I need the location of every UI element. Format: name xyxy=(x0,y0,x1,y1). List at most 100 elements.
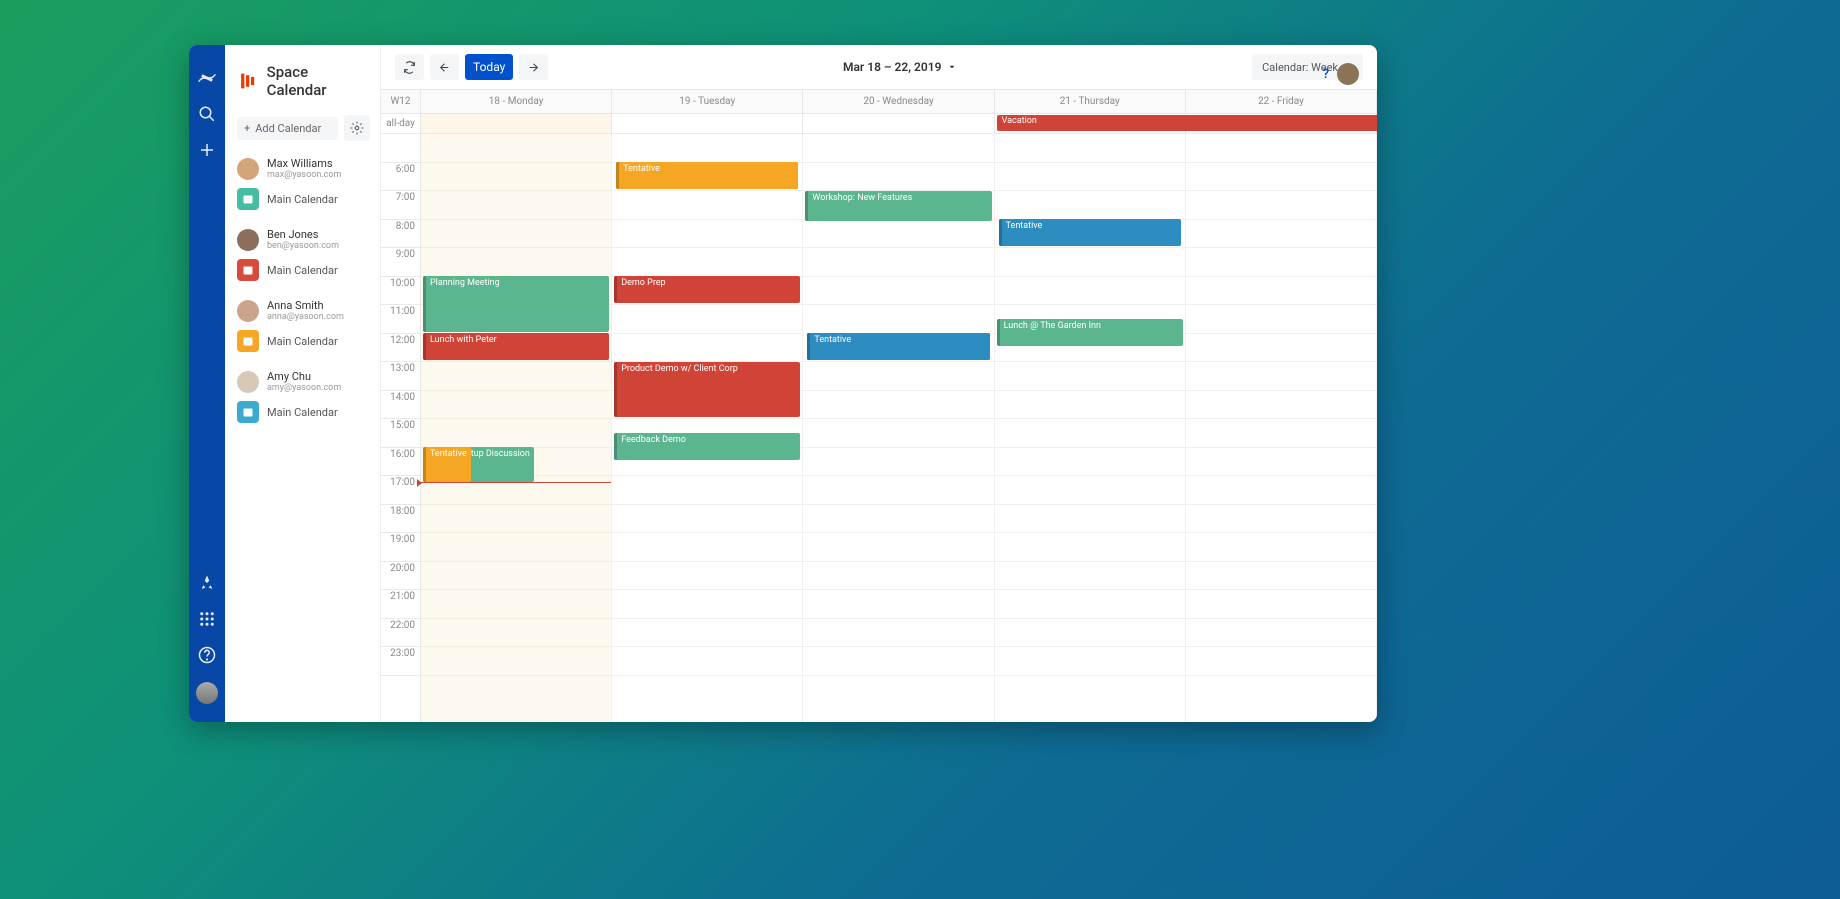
allday-cell[interactable] xyxy=(803,114,994,133)
avatar xyxy=(237,158,259,180)
day-column-friday[interactable] xyxy=(1186,134,1377,722)
event-tentative[interactable]: Tentative xyxy=(616,162,798,189)
sidebar: Space Calendar + Add Calendar Max Willia… xyxy=(225,45,381,722)
calendar-row[interactable]: Main Calendar xyxy=(237,326,370,356)
refresh-button[interactable] xyxy=(395,54,424,80)
confluence-icon[interactable] xyxy=(198,69,216,87)
grid-icon[interactable] xyxy=(198,610,216,628)
event-tentative[interactable]: Tentative xyxy=(807,333,989,360)
time-label: 10:00 xyxy=(381,277,420,306)
user-avatar[interactable] xyxy=(1337,63,1359,85)
user-block-3: Amy Chu amy@yasoon.com Main Calendar xyxy=(237,366,370,427)
avatar xyxy=(237,229,259,251)
settings-button[interactable] xyxy=(344,115,370,141)
allday-row: all-day Vacation xyxy=(381,114,1377,134)
rocket-icon[interactable] xyxy=(198,574,216,592)
user-block-2: Anna Smith anna@yasoon.com Main Calendar xyxy=(237,295,370,356)
day-column-monday[interactable]: Planning Meeting Lunch with Peter Projec… xyxy=(421,134,612,722)
event-lunch-garden[interactable]: Lunch @ The Garden Inn xyxy=(997,319,1183,346)
user-row[interactable]: Ben Jones ben@yasoon.com xyxy=(237,224,370,255)
day-header[interactable]: 20 - Wednesday xyxy=(803,90,994,113)
event-tentative[interactable]: Tentative xyxy=(999,219,1181,246)
allday-label: all-day xyxy=(381,114,421,133)
user-name: Max Williams xyxy=(267,157,341,170)
calendar-icon xyxy=(237,401,259,423)
app-title: Space Calendar xyxy=(237,63,370,99)
next-button[interactable] xyxy=(519,54,548,80)
nav-avatar[interactable] xyxy=(196,682,218,704)
time-label: 23:00 xyxy=(381,647,420,676)
user-email: ben@yasoon.com xyxy=(267,241,339,251)
help-link[interactable]: ? xyxy=(1323,67,1329,82)
calendar-icon xyxy=(237,330,259,352)
nav-rail xyxy=(189,45,225,722)
arrow-right-icon xyxy=(527,61,540,74)
user-name: Amy Chu xyxy=(267,370,341,383)
time-label: 15:00 xyxy=(381,419,420,448)
event-demo-prep[interactable]: Demo Prep xyxy=(614,276,800,303)
calendar-label: Main Calendar xyxy=(267,406,338,419)
event-feedback[interactable]: Feedback Demo xyxy=(614,433,800,460)
calendar-label: Main Calendar xyxy=(267,335,338,348)
time-label: 6:00 xyxy=(381,163,420,192)
user-row[interactable]: Max Williams max@yasoon.com xyxy=(237,153,370,184)
time-label xyxy=(381,134,420,163)
user-email: anna@yasoon.com xyxy=(267,312,344,322)
week-label: W12 xyxy=(381,90,421,113)
user-email: amy@yasoon.com xyxy=(267,383,341,393)
allday-cell[interactable] xyxy=(612,114,803,133)
calendar-label: Main Calendar xyxy=(267,264,338,277)
time-label: 21:00 xyxy=(381,590,420,619)
time-grid: 6:00 7:00 8:00 9:00 10:00 11:00 12:00 13… xyxy=(381,134,1377,722)
allday-cell[interactable] xyxy=(421,114,612,133)
allday-cell[interactable]: Vacation xyxy=(995,114,1186,133)
help-icon[interactable] xyxy=(198,646,216,664)
event-workshop[interactable]: Workshop: New Features xyxy=(805,191,991,221)
day-column-wednesday[interactable]: Workshop: New Features Lunch with Amy Te… xyxy=(803,134,994,722)
now-indicator xyxy=(421,482,611,483)
calendar-icon xyxy=(237,188,259,210)
event-product-demo[interactable]: Product Demo w/ Client Corp xyxy=(614,362,800,417)
date-range-picker[interactable]: Mar 18 – 22, 2019 xyxy=(554,60,1246,74)
day-column-thursday[interactable]: Retrospective Spring 4 Tentative Lunch @… xyxy=(995,134,1186,722)
day-header[interactable]: 18 - Monday xyxy=(421,90,612,113)
user-row[interactable]: Anna Smith anna@yasoon.com xyxy=(237,295,370,326)
search-icon[interactable] xyxy=(198,105,216,123)
day-header-row: W12 18 - Monday 19 - Tuesday 20 - Wednes… xyxy=(381,90,1377,114)
time-label: 13:00 xyxy=(381,362,420,391)
avatar xyxy=(237,300,259,322)
calendar-icon xyxy=(237,259,259,281)
time-label: 14:00 xyxy=(381,391,420,420)
prev-button[interactable] xyxy=(430,54,459,80)
calendar-row[interactable]: Main Calendar xyxy=(237,184,370,214)
office-icon xyxy=(237,71,257,91)
main-content: Today Mar 18 – 22, 2019 Calendar: Week ?… xyxy=(381,45,1377,722)
time-label: 16:00 xyxy=(381,448,420,477)
avatar xyxy=(237,371,259,393)
event-lunch-peter[interactable]: Lunch with Peter xyxy=(423,333,609,360)
event-planning[interactable]: Planning Meeting xyxy=(423,276,609,332)
time-label: 11:00 xyxy=(381,305,420,334)
time-label: 8:00 xyxy=(381,220,420,249)
time-label: 12:00 xyxy=(381,334,420,363)
time-label: 20:00 xyxy=(381,562,420,591)
event-tentative[interactable]: Tentative xyxy=(423,447,471,482)
day-header[interactable]: 21 - Thursday xyxy=(995,90,1186,113)
time-label: 9:00 xyxy=(381,248,420,277)
calendar-row[interactable]: Main Calendar xyxy=(237,255,370,285)
gear-icon xyxy=(350,121,364,135)
time-label: 18:00 xyxy=(381,505,420,534)
today-button[interactable]: Today xyxy=(465,54,513,80)
arrow-left-icon xyxy=(438,61,451,74)
add-icon[interactable] xyxy=(198,141,216,159)
user-row[interactable]: Amy Chu amy@yasoon.com xyxy=(237,366,370,397)
day-column-tuesday[interactable]: Early Start w/ Breakfast Tentative Demo … xyxy=(612,134,803,722)
day-header[interactable]: 22 - Friday xyxy=(1186,90,1377,113)
calendar-row[interactable]: Main Calendar xyxy=(237,397,370,427)
event-vacation[interactable]: Vacation xyxy=(997,115,1377,131)
user-name: Ben Jones xyxy=(267,228,339,241)
day-header[interactable]: 19 - Tuesday xyxy=(612,90,803,113)
add-calendar-button[interactable]: + Add Calendar xyxy=(237,117,338,140)
time-label: 17:00 xyxy=(381,476,420,505)
calendar-grid: W12 18 - Monday 19 - Tuesday 20 - Wednes… xyxy=(381,89,1377,722)
